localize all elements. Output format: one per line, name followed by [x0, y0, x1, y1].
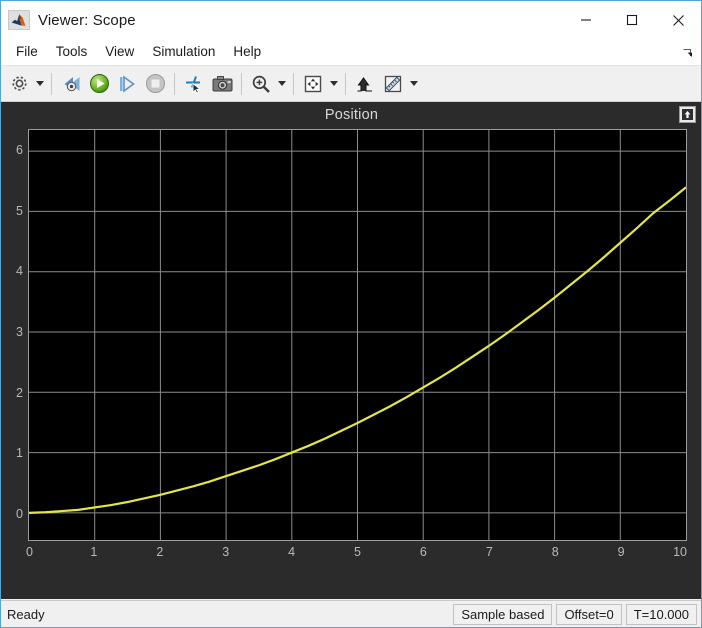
measurements-button[interactable] — [379, 70, 407, 98]
status-offset: Offset=0 — [556, 603, 622, 625]
zoom-in-caret[interactable] — [275, 70, 288, 98]
menu-item-view[interactable]: View — [96, 41, 143, 63]
x-axis-tick-labels: 0 1 2 3 4 5 6 7 8 9 10 — [26, 545, 687, 565]
x-tick-label: 9 — [617, 545, 625, 559]
autoscale-caret[interactable] — [327, 70, 340, 98]
maximize-button[interactable] — [609, 1, 655, 39]
toolbar-separator — [174, 72, 175, 95]
close-button[interactable] — [655, 1, 701, 39]
zoom-in-button[interactable] — [247, 70, 275, 98]
maximize-panel-icon[interactable] — [679, 106, 696, 123]
signal-trace-button[interactable] — [351, 70, 379, 98]
scope-display-area: Position 0 1 2 3 4 5 6 0 1 2 3 4 5 6 7 8 9 10 — [1, 102, 701, 599]
status-bar: Ready Sample based Offset=0 T=10.000 — [1, 600, 701, 627]
y-tick-label: 3 — [16, 324, 23, 339]
x-tick-label: 8 — [551, 545, 559, 559]
grid-vertical — [95, 130, 621, 540]
y-tick-label: 6 — [16, 143, 23, 158]
menu-bar: File Tools View Simulation Help — [1, 39, 701, 66]
menu-item-file[interactable]: File — [7, 41, 47, 63]
step-forward-button[interactable] — [113, 70, 141, 98]
y-tick-label: 5 — [16, 203, 23, 218]
y-tick-label: 2 — [16, 385, 23, 400]
x-tick-label: 0 — [26, 545, 33, 559]
measurements-caret[interactable] — [407, 70, 420, 98]
toolbar-separator — [345, 72, 346, 95]
menu-item-simulation[interactable]: Simulation — [143, 41, 224, 63]
toolbar-separator — [241, 72, 242, 95]
toolbar-separator — [293, 72, 294, 95]
scope-window: Viewer: Scope File Tools View Simulation… — [0, 0, 702, 628]
autoscale-button[interactable] — [299, 70, 327, 98]
status-time: T=10.000 — [625, 603, 697, 625]
matlab-membrane-icon — [8, 10, 30, 30]
window-controls — [563, 1, 701, 39]
step-back-button[interactable] — [57, 70, 85, 98]
x-tick-label: 6 — [419, 545, 427, 559]
snapshot-button[interactable] — [208, 70, 236, 98]
x-tick-label: 1 — [90, 545, 98, 559]
toolbar-separator — [51, 72, 52, 95]
x-tick-label: 3 — [222, 545, 230, 559]
x-tick-label: 4 — [288, 545, 296, 559]
x-tick-label: 2 — [156, 545, 164, 559]
configuration-properties-caret[interactable] — [33, 70, 46, 98]
title-bar: Viewer: Scope — [1, 1, 701, 39]
y-axis-tick-labels: 0 1 2 3 4 5 6 — [4, 129, 26, 541]
menu-item-help[interactable]: Help — [224, 41, 270, 63]
highlight-signal-button[interactable] — [180, 70, 208, 98]
menu-item-tools[interactable]: Tools — [47, 41, 97, 63]
toolbar — [1, 66, 701, 102]
plot-wrapper: 0 1 2 3 4 5 6 0 1 2 3 4 5 6 7 8 9 10 — [16, 129, 687, 571]
run-button[interactable] — [85, 70, 113, 98]
status-sample-mode: Sample based — [453, 603, 553, 625]
window-title: Viewer: Scope — [38, 11, 136, 29]
x-tick-label: 10 — [673, 545, 687, 559]
configuration-properties-button[interactable] — [5, 70, 33, 98]
y-tick-label: 1 — [16, 446, 23, 461]
y-tick-label: 4 — [16, 264, 23, 279]
minimize-button[interactable] — [563, 1, 609, 39]
plot-axes[interactable] — [28, 129, 687, 541]
plot-title: Position — [2, 102, 701, 129]
y-tick-label: 0 — [16, 506, 23, 521]
x-tick-label: 7 — [485, 545, 493, 559]
undock-arrow-icon[interactable] — [679, 44, 695, 60]
status-message: Ready — [7, 606, 45, 622]
stop-button[interactable] — [141, 70, 169, 98]
x-tick-label: 5 — [354, 545, 361, 559]
